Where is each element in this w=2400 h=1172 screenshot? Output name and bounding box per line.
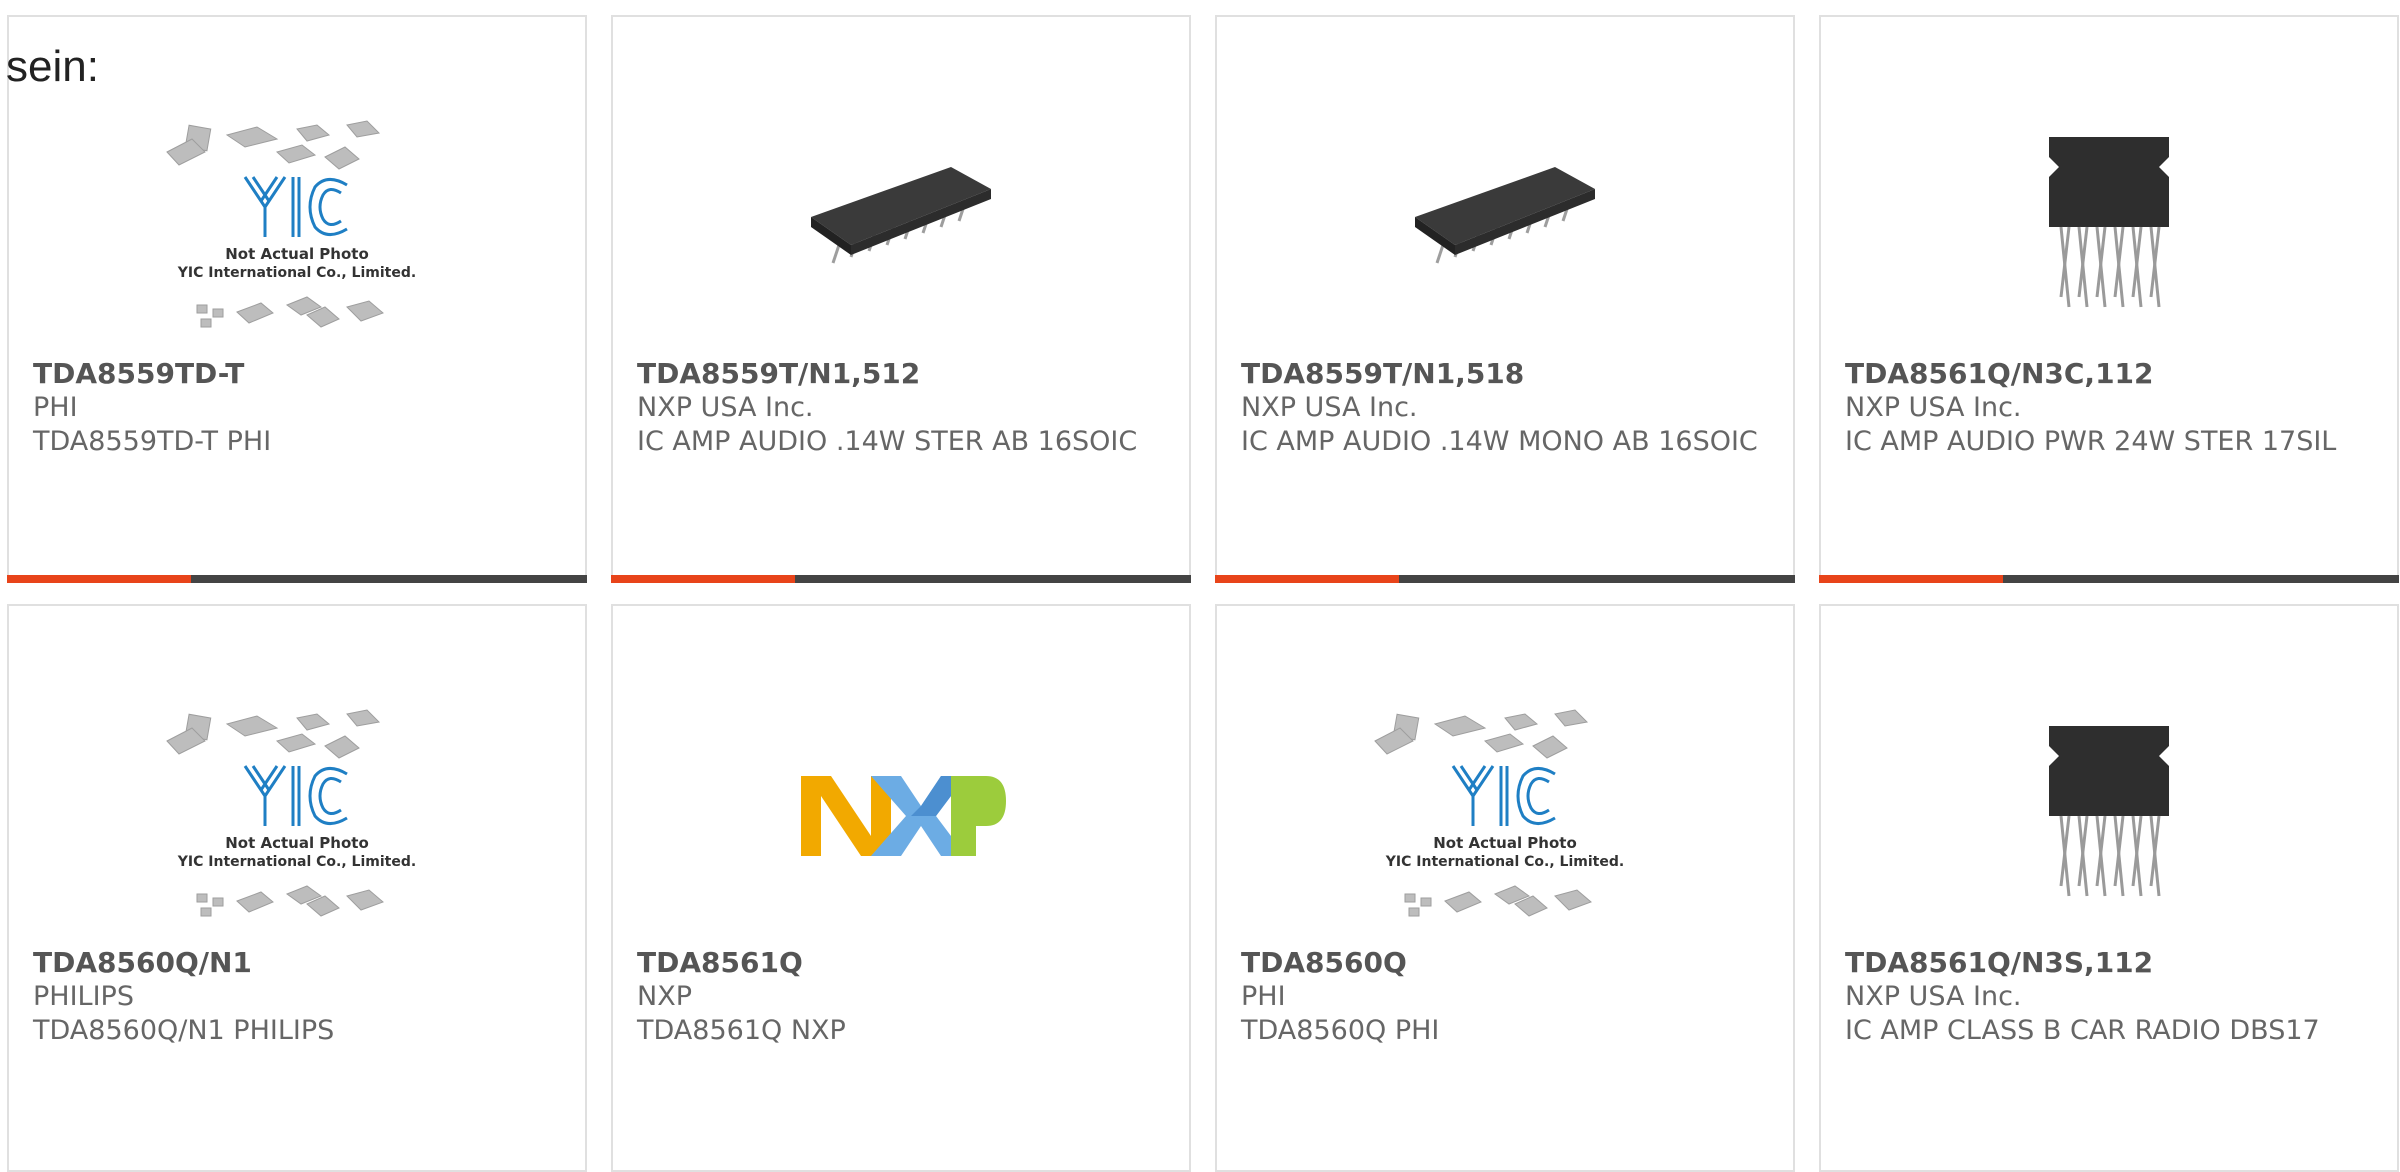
manufacturer: PHILIPS — [33, 981, 134, 1012]
description: TDA8561Q NXP — [637, 1015, 846, 1046]
svg-text:Not Actual Photo: Not Actual Photo — [225, 834, 369, 852]
product-info: TDA8559T/N1,518 NXP USA Inc. IC AMP AUDI… — [1241, 357, 1769, 459]
product-info: TDA8559T/N1,512 NXP USA Inc. IC AMP AUDI… — [637, 357, 1165, 459]
part-number[interactable]: TDA8560Q — [1241, 946, 1769, 980]
soic-chip-icon — [811, 167, 991, 264]
product-info: TDA8561Q/N3S,112 NXP USA Inc. IC AMP CLA… — [1845, 946, 2373, 1048]
product-image-placeholder: Not Actual Photo YIC International Co., … — [9, 676, 585, 956]
card-bottom-bar — [7, 575, 587, 583]
soic-chip-icon — [1415, 167, 1595, 264]
svg-text:YIC International Co., Limited: YIC International Co., Limited. — [177, 265, 416, 281]
description: TDA8560Q PHI — [1241, 1015, 1440, 1046]
product-card[interactable]: TDA8561Q/N3S,112 NXP USA Inc. IC AMP CLA… — [1819, 604, 2399, 1172]
sil-chip-icon — [2049, 726, 2169, 897]
manufacturer: NXP USA Inc. — [1845, 981, 2022, 1012]
part-number[interactable]: TDA8560Q/N1 — [33, 946, 561, 980]
product-info: TDA8560Q PHI TDA8560Q PHI — [1241, 946, 1769, 1048]
manufacturer: PHI — [33, 392, 78, 423]
yic-placeholder-icon: Not Actual Photo YIC International Co., … — [166, 709, 416, 917]
nxp-logo-icon: NXP — [801, 776, 1006, 872]
product-card[interactable]: TDA8559T/N1,518 NXP USA Inc. IC AMP AUDI… — [1215, 15, 1795, 583]
description: IC AMP CLASS B CAR RADIO DBS17 — [1845, 1015, 2320, 1046]
svg-text:Not Actual Photo: Not Actual Photo — [225, 245, 369, 263]
product-card[interactable]: Not Actual Photo YIC International Co., … — [7, 604, 587, 1172]
manufacturer: NXP USA Inc. — [1845, 392, 2022, 423]
manufacturer: PHI — [1241, 981, 1286, 1012]
description: TDA8560Q/N1 PHILIPS — [33, 1015, 335, 1046]
product-image — [1217, 87, 1793, 367]
card-bottom-bar — [611, 575, 1191, 583]
product-image — [613, 87, 1189, 367]
yic-placeholder-icon: Not Actual Photo YIC International Co., … — [1374, 709, 1624, 917]
yic-placeholder-icon: Not Actual Photo YIC International Co., … — [166, 120, 416, 328]
product-info: TDA8559TD-T PHI TDA8559TD-T PHI — [33, 357, 561, 459]
part-number[interactable]: TDA8559T/N1,518 — [1241, 357, 1769, 391]
product-grid: Not Actual Photo YIC International Co., … — [7, 15, 2400, 1172]
intro-text: sein: — [6, 42, 99, 91]
product-card[interactable]: TDA8559T/N1,512 NXP USA Inc. IC AMP AUDI… — [611, 15, 1191, 583]
card-bottom-bar — [1215, 575, 1795, 583]
part-number[interactable]: TDA8559TD-T — [33, 357, 561, 391]
manufacturer: NXP USA Inc. — [637, 392, 814, 423]
description: IC AMP AUDIO .14W STER AB 16SOIC — [637, 426, 1138, 457]
svg-text:YIC International Co., Limited: YIC International Co., Limited. — [177, 854, 416, 870]
card-bottom-bar — [1819, 575, 2399, 583]
part-number[interactable]: TDA8561Q/N3S,112 — [1845, 946, 2373, 980]
svg-text:Not Actual Photo: Not Actual Photo — [1433, 834, 1577, 852]
product-image-placeholder: Not Actual Photo YIC International Co., … — [9, 87, 585, 367]
part-number[interactable]: TDA8561Q/N3C,112 — [1845, 357, 2373, 391]
description: TDA8559TD-T PHI — [33, 426, 272, 457]
product-info: TDA8561Q/N3C,112 NXP USA Inc. IC AMP AUD… — [1845, 357, 2373, 459]
product-info: TDA8560Q/N1 PHILIPS TDA8560Q/N1 PHILIPS — [33, 946, 561, 1048]
product-card[interactable]: NXP TDA8561Q NXP TDA8561Q NXP — [611, 604, 1191, 1172]
product-image-placeholder: Not Actual Photo YIC International Co., … — [1217, 676, 1793, 956]
product-image — [1821, 676, 2397, 956]
product-image — [1821, 87, 2397, 367]
svg-text:NXP: NXP — [900, 870, 902, 872]
product-image: NXP — [613, 676, 1189, 956]
product-info: TDA8561Q NXP TDA8561Q NXP — [637, 946, 1165, 1048]
description: IC AMP AUDIO .14W MONO AB 16SOIC — [1241, 426, 1758, 457]
sil-chip-icon — [2049, 137, 2169, 308]
product-card[interactable]: Not Actual Photo YIC International Co., … — [1215, 604, 1795, 1172]
manufacturer: NXP USA Inc. — [1241, 392, 1418, 423]
part-number[interactable]: TDA8561Q — [637, 946, 1165, 980]
product-card[interactable]: TDA8561Q/N3C,112 NXP USA Inc. IC AMP AUD… — [1819, 15, 2399, 583]
product-card[interactable]: Not Actual Photo YIC International Co., … — [7, 15, 587, 583]
description: IC AMP AUDIO PWR 24W STER 17SIL — [1845, 426, 2337, 457]
part-number[interactable]: TDA8559T/N1,512 — [637, 357, 1165, 391]
manufacturer: NXP — [637, 981, 692, 1012]
svg-text:YIC International Co., Limited: YIC International Co., Limited. — [1385, 854, 1624, 870]
